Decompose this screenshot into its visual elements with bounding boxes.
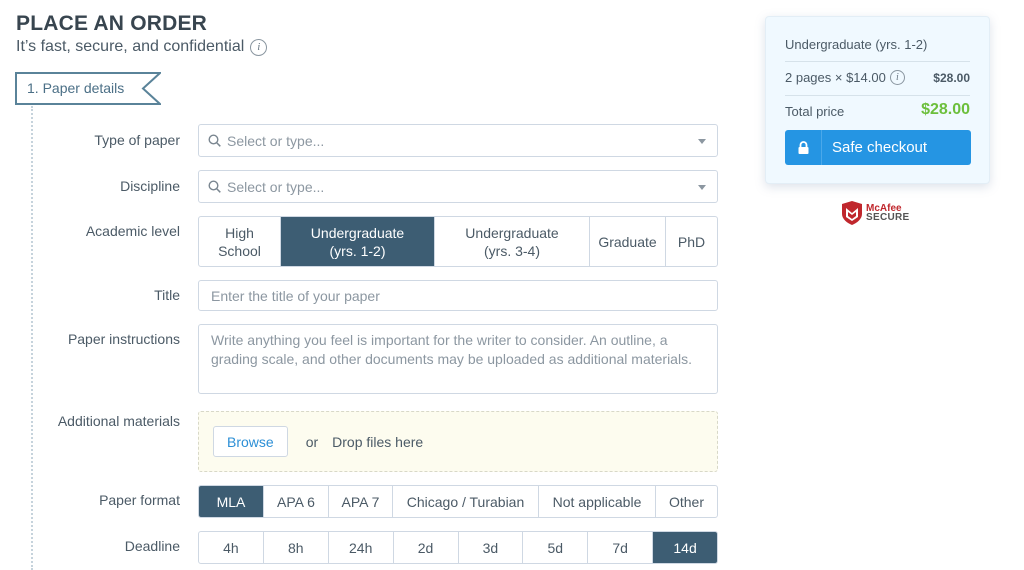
chevron-down-icon[interactable] [698,139,706,144]
lock-icon [785,130,822,165]
paper-format-row: Paper format MLA APA 6 APA 7 Chicago / T… [0,485,720,518]
mcafee-line2: SECURE [866,212,910,223]
title-label: Title [154,287,180,303]
option-line1: High [225,224,254,241]
discipline-label: Discipline [120,178,180,194]
summary-academic-level: Undergraduate (yrs. 1-2) [785,37,928,52]
type-of-paper-label: Type of paper [94,132,180,148]
summary-pages-text: 2 pages × $14.00 [785,70,886,85]
page-title: PLACE AN ORDER [16,12,208,35]
summary-pages-price: $28.00 [933,71,970,85]
deadline-option-24h[interactable]: 24h [327,532,393,563]
academic-level-option-high-school[interactable]: High School [199,217,280,266]
paper-format-option-other[interactable]: Other [655,486,717,517]
info-icon[interactable]: i [250,38,268,56]
deadline-option-5d[interactable]: 5d [522,532,587,563]
instructions-row: Paper instructions Write anything you fe… [0,324,720,394]
instructions-label: Paper instructions [67,331,180,347]
type-of-paper-select[interactable]: Select or type... [198,124,718,157]
divider [785,95,970,96]
academic-level-row: Academic level High School Undergraduate(… [0,216,720,267]
discipline-row: Discipline Select or type... [0,170,720,203]
academic-level-option-graduate[interactable]: Graduate [589,217,665,266]
deadline-option-14d[interactable]: 14d [652,532,717,563]
step-tab-paper-details[interactable]: 1. Paper details [15,72,161,105]
order-summary-card: Undergraduate (yrs. 1-2) 2 pages × $14.0… [765,16,990,184]
option-line2: (yrs. 1-2) [329,242,386,259]
option-line1: Undergraduate [465,224,559,241]
divider [785,61,970,62]
title-input[interactable]: Enter the title of your paper [198,280,718,311]
search-icon [208,134,221,147]
option-line1: Undergraduate [310,224,405,241]
mcafee-shield-icon [842,201,862,225]
checkout-label: Safe checkout [832,139,928,156]
step-label: 1. Paper details [27,80,125,96]
discipline-placeholder: Select or type... [227,178,325,195]
deadline-label: Deadline [124,538,180,554]
paper-format-label: Paper format [99,492,180,508]
academic-level-option-undergrad-3-4[interactable]: Undergraduate (yrs. 3-4) [434,217,589,266]
title-row: Title Enter the title of your paper [0,280,720,311]
file-dropzone[interactable]: Browse or Drop files here [198,411,718,472]
deadline-option-7d[interactable]: 7d [587,532,652,563]
total-price-value: $28.00 [921,101,970,118]
page-subtitle: It’s fast, secure, and confidential i [16,38,268,56]
dropzone-drop-text: Drop files here [332,433,424,450]
deadline-option-4h[interactable]: 4h [199,532,263,563]
paper-format-option-apa6[interactable]: APA 6 [263,486,328,517]
subtitle-text: It’s fast, secure, and confidential [16,38,245,55]
academic-level-selector: High School Undergraduate (yrs. 1-2) Under… [198,216,718,267]
instructions-textarea[interactable]: Write anything you feel is important for… [198,324,718,394]
browse-button[interactable]: Browse [213,426,288,457]
deadline-option-2d[interactable]: 2d [392,532,458,563]
option-line2: School [218,242,261,259]
additional-materials-row: Additional materials Browse or Drop file… [0,411,720,472]
paper-format-option-not-applicable[interactable]: Not applicable [538,486,655,517]
option-line2: (yrs. 3-4) [484,242,540,259]
safe-checkout-button[interactable]: Safe checkout [785,130,971,165]
paper-format-option-chicago[interactable]: Chicago / Turabian [392,486,538,517]
additional-materials-label: Additional materials [57,413,180,429]
mcafee-secure-badge: McAfee SECURE [841,201,909,225]
summary-pages: 2 pages × $14.00 i [785,70,905,85]
option-line1: Graduate [598,233,657,250]
dropzone-or-text: or [305,433,319,450]
info-icon[interactable]: i [889,70,905,85]
type-of-paper-row: Type of paper Select or type... [0,124,720,157]
paper-format-option-mla[interactable]: MLA [199,486,263,517]
deadline-selector: 4h 8h 24h 2d 3d 5d 7d 14d [198,531,718,564]
deadline-option-3d[interactable]: 3d [457,532,523,563]
chevron-down-icon[interactable] [698,185,706,190]
deadline-row: Deadline 4h 8h 24h 2d 3d 5d 7d 14d [0,531,720,564]
discipline-select[interactable]: Select or type... [198,170,718,203]
academic-level-option-phd[interactable]: PhD [665,217,717,266]
paper-format-option-apa7[interactable]: APA 7 [328,486,392,517]
search-icon [208,180,221,193]
option-line1: PhD [677,233,706,250]
deadline-option-8h[interactable]: 8h [262,532,328,563]
paper-format-selector: MLA APA 6 APA 7 Chicago / Turabian Not a… [198,485,718,518]
academic-level-label: Academic level [85,223,180,239]
academic-level-option-undergrad-1-2[interactable]: Undergraduate (yrs. 1-2) [280,217,434,266]
total-price-label: Total price [785,104,845,119]
type-of-paper-placeholder: Select or type... [227,132,325,149]
